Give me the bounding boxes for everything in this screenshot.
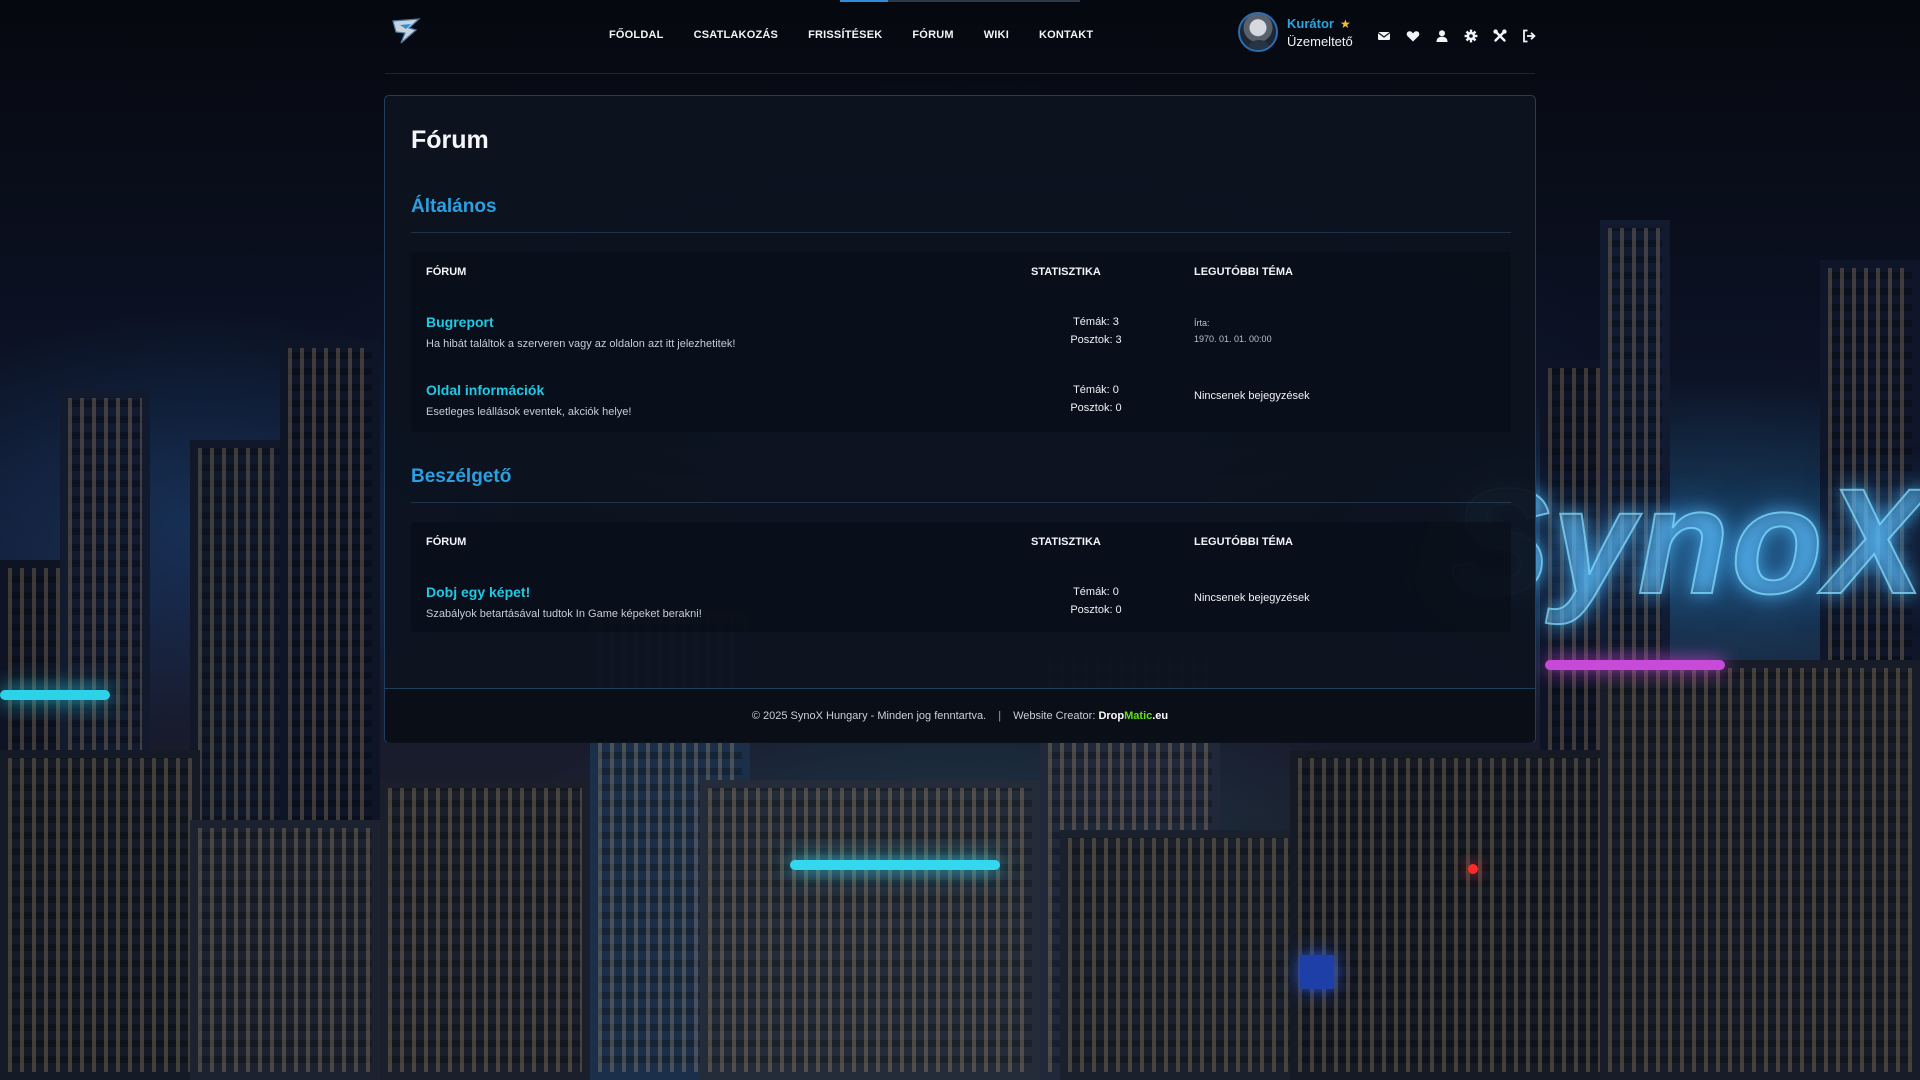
- nav-contact[interactable]: KONTAKT: [1039, 29, 1093, 41]
- nav-updates[interactable]: FRISSÍTÉSEK: [808, 29, 882, 41]
- logout-icon[interactable]: [1522, 29, 1536, 43]
- latest-topic: Nincsenek bejegyzések: [1194, 592, 1310, 604]
- envelope-icon[interactable]: [1377, 29, 1391, 43]
- avatar[interactable]: [1238, 12, 1278, 52]
- forum-stats: Témák: 0 Posztok: 0: [1031, 583, 1161, 619]
- synox-logo[interactable]: [391, 16, 421, 46]
- section-divider: [411, 502, 1511, 503]
- latest-author: Írta:: [1194, 318, 1210, 328]
- forum-table: FÓRUM STATISZTIKA LEGUTÓBBI TÉMA Bugrepo…: [411, 252, 1511, 432]
- heart-icon[interactable]: [1406, 29, 1420, 43]
- forum-table: FÓRUM STATISZTIKA LEGUTÓBBI TÉMA Dobj eg…: [411, 522, 1511, 632]
- forum-link-bugreport[interactable]: Bugreport: [426, 314, 494, 330]
- col-header-forum: FÓRUM: [426, 266, 467, 278]
- user-icon[interactable]: [1435, 29, 1449, 43]
- topics-count: Témák: 0: [1073, 384, 1119, 396]
- posts-count: Posztok: 0: [1070, 402, 1122, 414]
- building: [0, 750, 200, 1080]
- forum-description: Szabályok betartásával tudtok In Game ké…: [426, 608, 702, 620]
- neon-strip: [1545, 660, 1725, 670]
- col-header-stats: STATISZTIKA: [1031, 266, 1101, 278]
- forum-link-oldal-informaciok[interactable]: Oldal információk: [426, 382, 544, 398]
- latest-topic: Nincsenek bejegyzések: [1194, 390, 1310, 402]
- creator-label: Website Creator:: [1013, 710, 1096, 722]
- col-header-latest: LEGUTÓBBI TÉMA: [1194, 266, 1293, 278]
- creator-name-part2: Matic: [1124, 710, 1153, 722]
- forum-description: Ha hibát találtok a szerveren vagy az ol…: [426, 338, 736, 350]
- main-nav: FŐOLDAL CSATLAKOZÁS FRISSÍTÉSEK FÓRUM WI…: [609, 29, 1123, 41]
- building: [1600, 660, 1920, 1080]
- forum-panel: Fórum Általános FÓRUM STATISZTIKA LEGUTÓ…: [384, 95, 1536, 743]
- site-header: FŐOLDAL CSATLAKOZÁS FRISSÍTÉSEK FÓRUM WI…: [385, 0, 1536, 74]
- nav-forum[interactable]: FÓRUM: [912, 29, 953, 41]
- nav-indicator: [840, 0, 1080, 2]
- forum-stats: Témák: 0 Posztok: 0: [1031, 381, 1161, 417]
- posts-count: Posztok: 0: [1070, 604, 1122, 616]
- col-header-stats: STATISZTIKA: [1031, 536, 1101, 548]
- nav-home[interactable]: FŐOLDAL: [609, 29, 664, 41]
- topics-count: Témák: 3: [1073, 316, 1119, 328]
- user-name[interactable]: Kurátor: [1287, 16, 1334, 31]
- neon-strip: [790, 860, 1000, 870]
- latest-date: 1970. 01. 01. 00:00: [1194, 334, 1272, 344]
- table-row: Oldal információk Esetleges leállások ev…: [411, 382, 1511, 450]
- neon-strip: [0, 690, 110, 700]
- building: [700, 780, 1040, 1080]
- user-role: Üzemeltető: [1287, 33, 1353, 49]
- forum-link-dobj-egy-kepet[interactable]: Dobj egy képet!: [426, 584, 530, 600]
- user-info: Kurátor ★ Üzemeltető: [1287, 14, 1353, 51]
- col-header-forum: FÓRUM: [426, 536, 467, 548]
- section-divider: [411, 232, 1511, 233]
- creator-name-part1: Drop: [1098, 710, 1125, 722]
- forum-stats: Témák: 3 Posztok: 3: [1031, 313, 1161, 349]
- forum-description: Esetleges leállások eventek, akciók hely…: [426, 406, 632, 418]
- creator-link[interactable]: DropMatic.eu: [1098, 710, 1168, 722]
- col-header-latest: LEGUTÓBBI TÉMA: [1194, 536, 1293, 548]
- nav-join[interactable]: CSATLAKOZÁS: [694, 29, 779, 41]
- topics-count: Témák: 0: [1073, 586, 1119, 598]
- user-profile[interactable]: Kurátor ★ Üzemeltető: [1238, 12, 1353, 52]
- gear-icon[interactable]: [1464, 29, 1478, 43]
- copyright-text: © 2025 SynoX Hungary - Minden jog fennta…: [751, 710, 987, 722]
- table-row: Bugreport Ha hibát találtok a szerveren …: [411, 314, 1511, 382]
- neon-sign-small: [1300, 955, 1334, 989]
- section-title-beszelgeto: Beszélgető: [411, 466, 512, 487]
- creator-name-part3: .eu: [1152, 710, 1169, 722]
- table-row: Dobj egy képet! Szabályok betartásával t…: [411, 584, 1511, 652]
- page-title: Fórum: [411, 126, 489, 154]
- posts-count: Posztok: 3: [1070, 334, 1122, 346]
- latest-topic: Írta: 1970. 01. 01. 00:00: [1194, 315, 1272, 347]
- site-footer: © 2025 SynoX Hungary - Minden jog fennta…: [385, 688, 1535, 743]
- tools-icon[interactable]: [1493, 29, 1507, 43]
- header-icons: [1377, 29, 1551, 43]
- building: [380, 780, 590, 1080]
- star-icon: ★: [1339, 16, 1351, 31]
- building: [1290, 750, 1620, 1080]
- building: [1060, 830, 1300, 1080]
- nav-wiki[interactable]: WIKI: [984, 29, 1009, 41]
- section-title-altalanos: Általános: [411, 196, 497, 217]
- red-light: [1468, 864, 1478, 874]
- footer-separator: |: [998, 710, 1002, 722]
- building: [190, 820, 380, 1080]
